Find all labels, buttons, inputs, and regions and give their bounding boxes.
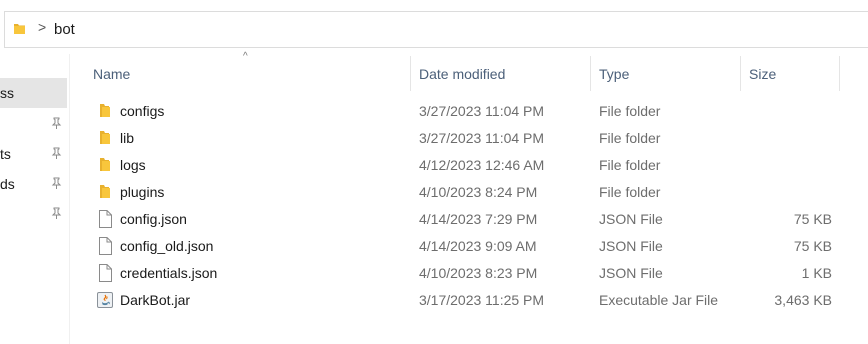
pane-splitter[interactable] [69,54,70,344]
chevron-right-icon[interactable]: > [38,19,46,35]
file-type: JSON File [599,238,663,254]
pin-icon[interactable] [50,207,63,220]
column-header-label: Type [599,66,630,82]
nav-item-pinned-2[interactable]: ts [0,139,67,169]
file-name[interactable]: plugins [120,184,164,200]
file-name[interactable]: credentials.json [120,265,217,281]
file-date-modified: 4/14/2023 9:09 AM [419,238,537,254]
document-icon [99,210,112,228]
folder-icon [100,158,110,171]
pin-icon[interactable] [50,147,63,160]
file-row-darkbot-jar[interactable]: DarkBot.jar 3/17/2023 11:25 PM Executabl… [90,287,840,314]
file-name[interactable]: logs [120,157,146,173]
column-header-label: Name [93,66,131,82]
nav-item-pinned-4[interactable] [0,199,67,229]
file-size: 1 KB [801,265,832,281]
file-type: File folder [599,103,661,119]
file-row-configs[interactable]: configs 3/27/2023 11:04 PM File folder [90,98,840,125]
file-row-plugins[interactable]: plugins 4/10/2023 8:24 PM File folder [90,179,840,206]
column-header-label: Date modified [419,66,506,82]
nav-item-quick-access[interactable]: ss [0,78,67,108]
file-type: Executable Jar File [599,292,719,308]
file-date-modified: 3/17/2023 11:25 PM [419,292,545,308]
document-icon [99,237,112,255]
column-divider[interactable] [839,56,840,91]
file-date-modified: 4/14/2023 7:29 PM [419,211,538,227]
nav-item-label: ds [0,176,15,192]
file-date-modified: 3/27/2023 11:04 PM [419,103,545,119]
file-row-logs[interactable]: logs 4/12/2023 12:46 AM File folder [90,152,840,179]
file-row-config-json[interactable]: config.json 4/14/2023 7:29 PM JSON File … [90,206,840,233]
column-header-label: Size [749,66,777,82]
file-type: JSON File [599,211,663,227]
file-size: 75 KB [793,238,832,254]
file-type: File folder [599,184,661,200]
folder-icon [100,185,110,198]
address-bar[interactable]: > bot [4,11,868,48]
column-header-date-modified[interactable]: Date modified [411,56,590,91]
pin-icon[interactable] [50,177,63,190]
folder-icon [100,131,110,144]
file-date-modified: 4/12/2023 12:46 AM [419,157,545,173]
file-date-modified: 4/10/2023 8:23 PM [419,265,538,281]
file-date-modified: 3/27/2023 11:04 PM [419,130,545,146]
file-row-config-old-json[interactable]: config_old.json 4/14/2023 9:09 AM JSON F… [90,233,840,260]
pin-icon[interactable] [50,117,63,130]
file-name[interactable]: config_old.json [120,238,213,254]
column-header-size[interactable]: Size [741,56,839,91]
file-row-lib[interactable]: lib 3/27/2023 11:04 PM File folder [90,125,840,152]
nav-item-pinned-3[interactable]: ds [0,169,67,199]
navigation-pane: ss ts ds [0,54,70,344]
file-type: JSON File [599,265,663,281]
nav-item-pinned-1[interactable] [0,109,67,139]
column-header-name[interactable]: Name [80,56,410,91]
folder-icon [14,24,25,34]
folder-icon [100,104,110,117]
file-date-modified: 4/10/2023 8:24 PM [419,184,538,200]
file-name[interactable]: lib [120,130,134,146]
file-name[interactable]: config.json [120,211,187,227]
file-type: File folder [599,157,661,173]
nav-item-label: ts [0,146,11,162]
column-header-type[interactable]: Type [591,56,740,91]
nav-item-label: ss [0,85,14,101]
document-icon [99,264,112,282]
file-row-credentials-json[interactable]: credentials.json 4/10/2023 8:23 PM JSON … [90,260,840,287]
file-size: 3,463 KB [774,292,832,308]
breadcrumb-bot[interactable]: bot [54,21,75,38]
java-jar-icon [97,292,113,308]
file-size: 75 KB [793,211,832,227]
file-name[interactable]: configs [120,103,164,119]
file-name[interactable]: DarkBot.jar [120,292,190,308]
file-type: File folder [599,130,661,146]
